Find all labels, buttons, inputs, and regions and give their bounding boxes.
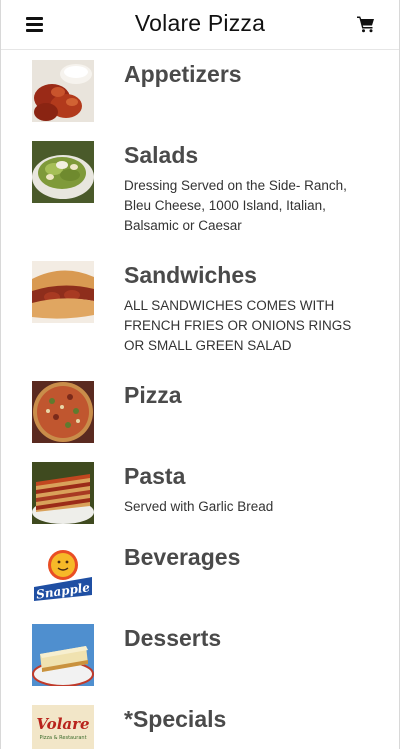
category-title: Salads: [124, 142, 199, 168]
pizza-image: [32, 381, 94, 443]
category-item-pizza[interactable]: Pizza: [1, 371, 399, 452]
snapple-logo-image: Snapple: [32, 543, 94, 605]
svg-text:Volare: Volare: [36, 715, 89, 733]
category-item-desserts[interactable]: Desserts: [1, 614, 399, 695]
svg-text:Pizza & Restaurant: Pizza & Restaurant: [39, 735, 86, 741]
category-description: ALL SANDWICHES COMES WITH FRENCH FRIES O…: [124, 298, 352, 353]
header-bar: Volare Pizza: [1, 0, 399, 50]
cheesecake-image: [32, 624, 94, 686]
chicken-wings-image: [32, 60, 94, 122]
page-title: Volare Pizza: [134, 10, 266, 36]
volare-logo-image: Volare Pizza & Restaurant: [32, 705, 94, 749]
lasagna-image: [32, 462, 94, 524]
shopping-cart-icon[interactable]: [357, 15, 375, 33]
category-description: Dressing Served on the Side- Ranch, Bleu…: [124, 178, 347, 233]
category-title: Pasta: [124, 463, 186, 489]
category-item-salads[interactable]: Salads Dressing Served on the Side- Ranc…: [1, 131, 399, 251]
app-window: Volare Pizza Appetizers Salads Dressing …: [0, 0, 400, 749]
category-description: Served with Garlic Bread: [124, 499, 274, 514]
category-item-sandwiches[interactable]: Sandwiches ALL SANDWICHES COMES WITH FRE…: [1, 251, 399, 371]
category-title: Pizza: [124, 382, 182, 408]
salad-image: [32, 141, 94, 203]
category-title: Sandwiches: [124, 262, 257, 288]
category-item-appetizers[interactable]: Appetizers: [1, 50, 399, 131]
category-item-beverages[interactable]: Snapple Beverages: [1, 533, 399, 614]
category-item-specials[interactable]: Volare Pizza & Restaurant *Specials: [1, 695, 399, 749]
sandwich-image: [32, 261, 94, 323]
category-title: Desserts: [124, 625, 222, 651]
category-title: *Specials: [124, 706, 227, 732]
category-item-pasta[interactable]: Pasta Served with Garlic Bread: [1, 452, 399, 533]
category-title: Appetizers: [124, 61, 242, 87]
category-title: Beverages: [124, 544, 241, 570]
